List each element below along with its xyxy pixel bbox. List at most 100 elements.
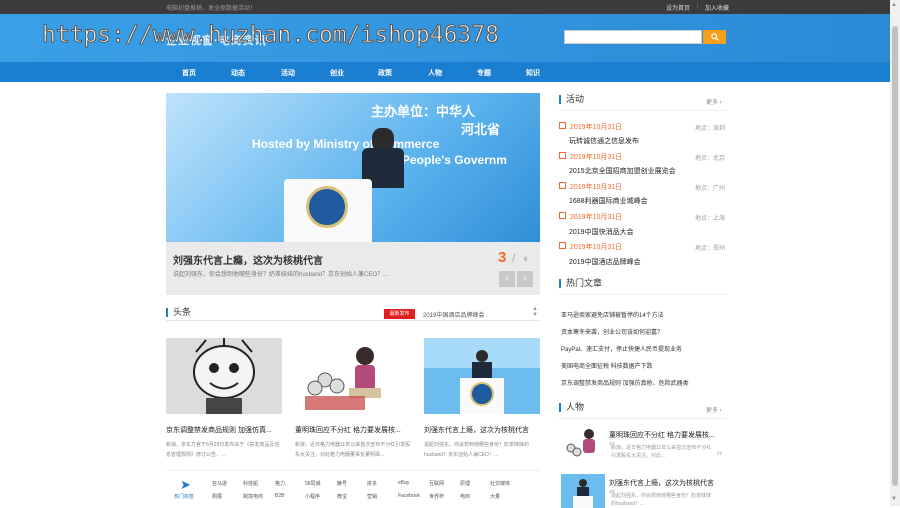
- person-thumb[interactable]: [561, 474, 605, 508]
- tag[interactable]: 小程序: [305, 493, 320, 500]
- watermark: https://www.huzhan.com/ishop46378: [42, 22, 500, 49]
- news-ticker[interactable]: 2019中国酒店品牌峰会: [423, 310, 484, 319]
- event-title[interactable]: 2019中国快消品大会: [569, 227, 634, 237]
- event-title[interactable]: 2015北京全国招商加盟创业展览会: [569, 166, 676, 176]
- tag[interactable]: 社交媒体: [490, 480, 510, 487]
- event-date: 2019年10月31日: [570, 154, 623, 161]
- speaker-photo-icon: [424, 338, 540, 414]
- banner-text: 河北省: [461, 122, 501, 137]
- scroll-up-icon[interactable]: ▲: [891, 2, 897, 8]
- main-nav: 首页 动态 活动 创业 政策 人物 专题 知识: [0, 62, 890, 82]
- tag[interactable]: 营销: [367, 493, 377, 500]
- people-more-link[interactable]: 更多 ›: [706, 405, 722, 414]
- tag[interactable]: 互联网: [429, 480, 444, 487]
- card-desc: 说起刘强东，你会想到他哪些身份？奶茶妹妹的husband？京东创始人兼CEO！.…: [424, 442, 530, 458]
- calendar-icon: [559, 242, 566, 249]
- card-image-illustration[interactable]: [295, 338, 411, 414]
- divider: [166, 470, 540, 471]
- hero-desc: 说起刘强东，你会想到他哪些身份？奶茶妹妹的husband？京东创始人兼CEO？.…: [173, 272, 389, 278]
- search-input[interactable]: [564, 30, 702, 44]
- event-date: 2019年10月31日: [570, 214, 623, 221]
- headlines-title: 头条: [166, 308, 191, 317]
- carousel-next-button[interactable]: ›: [517, 271, 533, 287]
- nav-startup[interactable]: 创业: [330, 68, 344, 78]
- event-date: 2019年10月31日: [570, 244, 623, 251]
- card-desc: 新浪，近日格力电器11年以来首次宣布不分红引发股东大关注，对此格力电器董事长董明…: [295, 442, 411, 458]
- carousel-prev-button[interactable]: ‹: [499, 271, 515, 287]
- card-image-cartoon[interactable]: [166, 338, 282, 414]
- event-location: 地点：广州: [695, 186, 726, 192]
- tag[interactable]: 世界杯: [429, 493, 444, 500]
- tag[interactable]: 亚马逊: [212, 480, 227, 487]
- card-image-speech[interactable]: [424, 338, 540, 414]
- divider: [166, 320, 540, 321]
- tag[interactable]: B2B: [275, 493, 284, 499]
- card-title[interactable]: 刘强东代言上瘾，这次为核桃代言: [424, 425, 529, 435]
- speaker-thumb-icon: [561, 474, 605, 508]
- calendar-icon: [559, 182, 566, 189]
- nav-news[interactable]: 动态: [231, 68, 245, 78]
- quote-close-icon: ”: [716, 450, 724, 466]
- tag[interactable]: Facebook: [398, 493, 420, 499]
- person-desc: 新浪，近日格力电器11年以来首次宣布不分红引发股东大关注，对此...: [611, 445, 712, 459]
- hero-title[interactable]: 刘强东代言上瘾，这次为核桃代言: [173, 252, 323, 267]
- event-title[interactable]: 玩转诚信通之信息发布: [569, 136, 639, 146]
- nav-policy[interactable]: 政策: [378, 68, 392, 78]
- tag[interactable]: 魅号: [337, 480, 347, 487]
- tag[interactable]: 电商: [460, 493, 470, 500]
- tag[interactable]: eBay: [398, 480, 409, 486]
- hot-article[interactable]: 亚马逊卖家避免店铺被暂停的14个方法: [561, 310, 664, 319]
- top-separator: |: [697, 3, 699, 9]
- tag[interactable]: 科技船: [243, 480, 258, 487]
- header: 企业视窗·电商资讯 https://www.huzhan.com/ishop46…: [0, 14, 890, 62]
- event-location: 地点：郑州: [695, 246, 726, 252]
- paper-plane-icon: ➤: [180, 477, 191, 492]
- event-title[interactable]: 2019中国酒店品牌峰会: [569, 257, 641, 267]
- ticker-arrows-icon[interactable]: ▲ ▼: [532, 306, 538, 318]
- scroll-down-icon[interactable]: ▼: [891, 496, 897, 502]
- card-desc: 新浪，京东方官于6月28日发布关于《禁发商品及信息管理规则》修订公告，...: [166, 442, 280, 458]
- add-favorite-link[interactable]: 加入收藏: [705, 3, 729, 12]
- tag[interactable]: 刚展: [212, 493, 222, 500]
- person-title[interactable]: 董明珠回应不分红 格力要发展核...: [609, 430, 715, 440]
- tag[interactable]: 微宝: [337, 493, 347, 500]
- card-title[interactable]: 京东调整禁发商品规则 加强仿真...: [166, 425, 272, 435]
- cartoon-figure-icon: [166, 338, 282, 414]
- nav-home[interactable]: 首页: [182, 68, 196, 78]
- tag[interactable]: 跨境电商: [243, 493, 263, 500]
- emblem-icon: [306, 186, 348, 228]
- hot-article[interactable]: 京东调整禁发商品规则 加强仿真枪、危险武器类: [561, 378, 689, 387]
- person-thumb[interactable]: [561, 426, 605, 460]
- banner-text: Hosted by Ministry of Commerce: [252, 137, 440, 151]
- tag[interactable]: 格力: [275, 480, 285, 487]
- nav-people[interactable]: 人物: [428, 68, 442, 78]
- page-total: 6: [524, 257, 528, 263]
- people-title: 人物: [559, 403, 584, 412]
- tag[interactable]: 拼多: [367, 480, 377, 487]
- tag[interactable]: 原理: [460, 480, 470, 487]
- hot-article[interactable]: 美国电商全面征税 科技数据产下跌: [561, 361, 653, 370]
- banner-text: 主办单位：中华人: [371, 104, 476, 119]
- tag[interactable]: 大量: [490, 493, 500, 500]
- event-title[interactable]: 1688利器国际商业城峰会: [569, 196, 648, 206]
- card-title[interactable]: 董明珠回应不分红 格力要发展核...: [295, 425, 401, 435]
- hot-article[interactable]: 资本寒冬来袭，创业公司该如何迎嘉？: [561, 327, 663, 336]
- nav-topics[interactable]: 专题: [477, 68, 491, 78]
- calendar-icon: [559, 122, 566, 129]
- event-location: 地点：上海: [695, 216, 726, 222]
- event-date: 2019年10月31日: [570, 184, 623, 191]
- hot-tags-label: 热门标签: [174, 494, 195, 500]
- hero-image[interactable]: 主办单位：中华人 河北省 Hosted by Ministry of Comme…: [166, 93, 540, 242]
- hero-carousel[interactable]: 主办单位：中华人 河北省 Hosted by Ministry of Comme…: [166, 93, 540, 295]
- activity-more-link[interactable]: 更多 ›: [706, 97, 722, 106]
- nav-events[interactable]: 活动: [281, 68, 295, 78]
- search-button[interactable]: [703, 30, 726, 44]
- divider: [559, 294, 727, 295]
- scrollbar-thumb[interactable]: [892, 26, 898, 486]
- banner-text: People's Governm: [402, 153, 507, 167]
- nav-knowledge[interactable]: 知识: [526, 68, 540, 78]
- tag[interactable]: 58同城: [305, 480, 321, 487]
- person-title[interactable]: 刘强东代言上瘾，这次为核桃代言: [609, 478, 714, 488]
- hot-article[interactable]: PayPal、速汇支付，停止快捷人民币提现业务: [561, 344, 682, 353]
- set-homepage-link[interactable]: 设为首页: [666, 3, 690, 12]
